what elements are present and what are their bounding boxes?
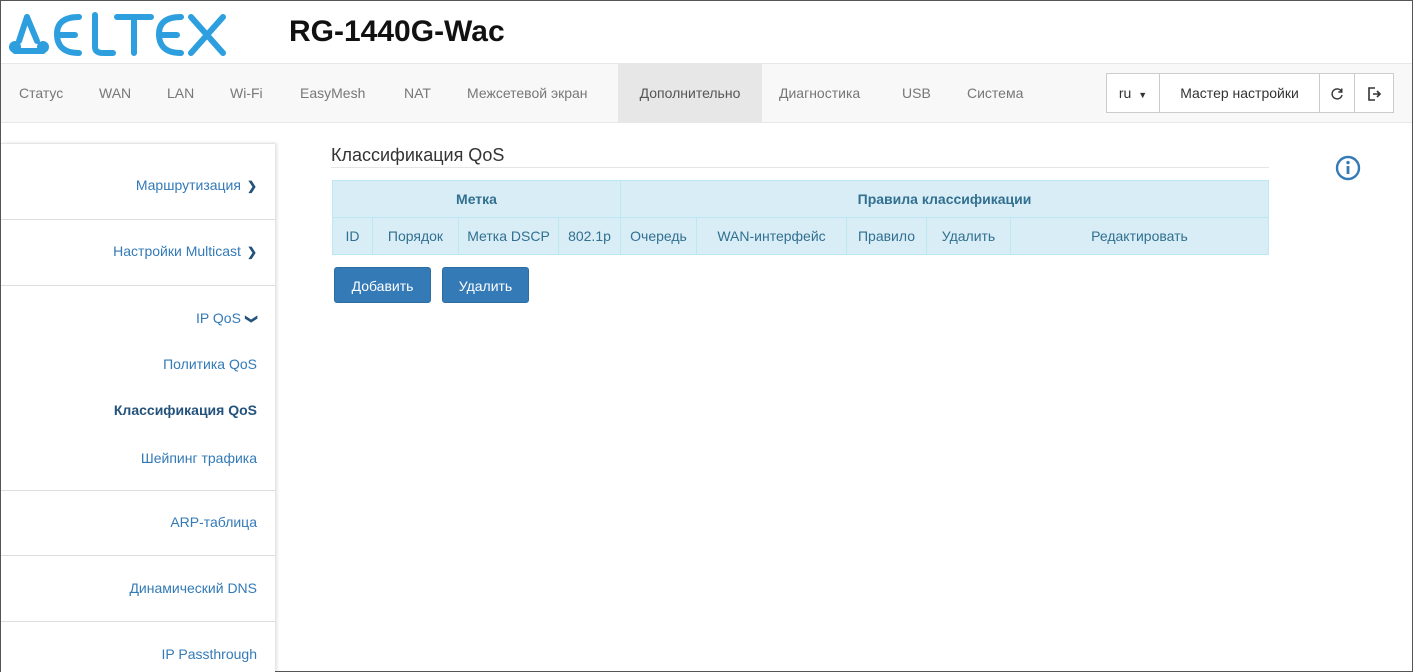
sidebar-subitem-traffic-shaping[interactable]: Шейпинг трафика xyxy=(1,450,275,466)
nav-nat[interactable]: NAT xyxy=(404,64,431,122)
language-dropdown[interactable]: ru ▼ xyxy=(1106,73,1160,113)
caret-down-icon: ▼ xyxy=(1138,90,1148,100)
qos-classification-table: Метка Правила классификации ID Порядок М… xyxy=(332,180,1269,255)
divider xyxy=(1,219,275,220)
nav-lan[interactable]: LAN xyxy=(167,64,194,122)
column-header-edit: Редактировать xyxy=(1010,217,1269,255)
device-model: RG-1440G-Wac xyxy=(289,15,505,48)
divider xyxy=(1,621,275,622)
chevron-down-icon: ❯ xyxy=(244,313,259,325)
nav-usb[interactable]: USB xyxy=(902,64,931,122)
delete-button[interactable]: Удалить xyxy=(442,267,529,303)
column-group-label: Метка xyxy=(332,180,621,218)
nav-diagnostics[interactable]: Диагностика xyxy=(779,64,860,122)
column-header-rule: Правило xyxy=(846,217,927,255)
chevron-right-icon: ❯ xyxy=(246,179,257,193)
sidebar-item-ip-passthrough[interactable]: IP Passthrough xyxy=(1,646,275,662)
refresh-button[interactable] xyxy=(1319,73,1355,113)
sidebar-item-label: Маршрутизация xyxy=(135,177,241,193)
eltex-logo xyxy=(9,12,226,56)
divider xyxy=(1,555,275,556)
nav-status[interactable]: Статус xyxy=(19,64,63,122)
sidebar-subitem-qos-classification[interactable]: Классификация QoS xyxy=(1,402,275,418)
header: RG-1440G-Wac xyxy=(1,1,1412,63)
page-title: Классификация QoS xyxy=(331,145,505,165)
add-button[interactable]: Добавить xyxy=(334,267,431,303)
table-group-header-row: Метка Правила классификации xyxy=(332,180,1269,218)
sidebar-item-label: IP QoS xyxy=(196,310,241,326)
sidebar: Маршрутизация ❯ Настройки Multicast ❯ IP Q… xyxy=(1,143,275,672)
info-icon[interactable] xyxy=(1335,155,1361,181)
sidebar-item-multicast[interactable]: Настройки Multicast ❯ xyxy=(1,243,275,259)
column-header-wan-interface: WAN-интерфейс xyxy=(696,217,847,255)
sidebar-item-arp[interactable]: ARP-таблица xyxy=(1,514,275,530)
top-navbar: Статус WAN LAN Wi-Fi EasyMesh NAT Межсет… xyxy=(1,63,1412,123)
sidebar-item-ipqos[interactable]: IP QoS ❯ xyxy=(1,310,275,326)
column-header-order: Порядок xyxy=(372,217,459,255)
nav-firewall[interactable]: Межсетевой экран xyxy=(467,64,588,122)
nav-wan[interactable]: WAN xyxy=(99,64,131,122)
nav-system[interactable]: Система xyxy=(967,64,1023,122)
column-group-rules: Правила классификации xyxy=(620,180,1269,218)
nav-easymesh[interactable]: EasyMesh xyxy=(300,64,365,122)
refresh-icon xyxy=(1331,88,1343,100)
column-header-id: ID xyxy=(332,217,373,255)
language-value: ru xyxy=(1118,85,1132,101)
column-header-8021p: 802.1p xyxy=(558,217,621,255)
logout-icon xyxy=(1368,87,1382,102)
chevron-right-icon: ❯ xyxy=(246,245,257,259)
column-header-queue: Очередь xyxy=(620,217,697,255)
logout-button[interactable] xyxy=(1354,73,1394,113)
divider xyxy=(1,285,275,286)
sidebar-item-routing[interactable]: Маршрутизация ❯ xyxy=(1,177,275,193)
setup-wizard-button[interactable]: Мастер настройки xyxy=(1159,73,1320,113)
column-header-delete: Удалить xyxy=(926,217,1011,255)
title-divider xyxy=(331,167,1269,168)
nav-advanced[interactable]: Дополнительно xyxy=(618,64,762,122)
column-header-dscp: Метка DSCP xyxy=(458,217,559,255)
table-header-row: ID Порядок Метка DSCP 802.1p Очередь WAN… xyxy=(332,217,1269,255)
divider xyxy=(1,490,275,491)
sidebar-item-ddns[interactable]: Динамический DNS xyxy=(1,580,275,596)
sidebar-item-label: Настройки Multicast xyxy=(113,243,241,259)
nav-wifi[interactable]: Wi-Fi xyxy=(230,64,263,122)
sidebar-subitem-qos-policy[interactable]: Политика QoS xyxy=(1,356,275,372)
